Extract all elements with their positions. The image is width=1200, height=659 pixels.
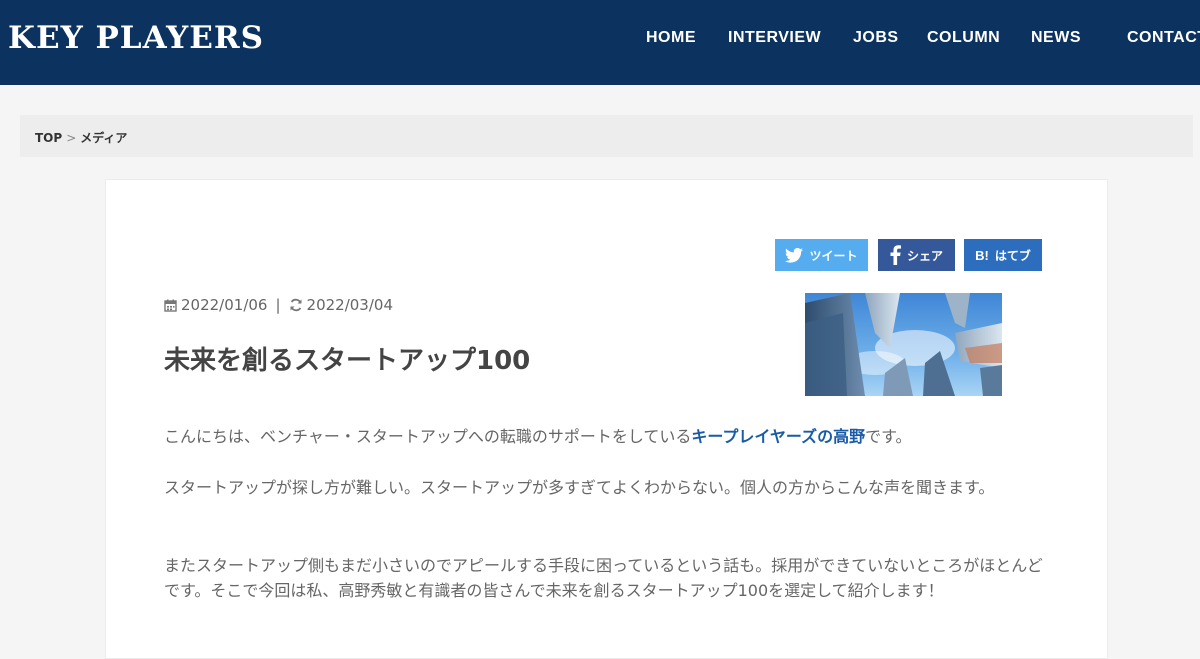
nav-home[interactable]: HOME: [646, 29, 696, 47]
date-separator: |: [275, 296, 281, 314]
article-paragraph: スタートアップが探し方が難しい。スタートアップが多すぎてよくわからない。個人の方…: [164, 478, 995, 497]
published-date: 2022/01/06: [181, 296, 268, 314]
site-header: KEY PLAYERS HOME INTERVIEW JOBS COLUMN N…: [0, 0, 1200, 85]
hatena-bookmark-button[interactable]: B! はてブ: [964, 239, 1042, 271]
twitter-icon: [785, 247, 804, 263]
nav-jobs[interactable]: JOBS: [853, 29, 899, 47]
intro-text: こんにちは、ベンチャー・スタートアップへの転職のサポートをしている: [164, 427, 692, 446]
nav-column[interactable]: COLUMN: [927, 29, 1000, 47]
nav-interview[interactable]: INTERVIEW: [728, 29, 821, 47]
breadcrumb: TOP > メディア: [20, 115, 1193, 157]
site-logo[interactable]: KEY PLAYERS: [8, 20, 264, 56]
article-paragraph: またスタートアップ側もまだ小さいのでアピールする手段に困っているという話も。採用…: [164, 556, 1043, 600]
calendar-icon: [164, 299, 177, 312]
article-dates: 2022/01/06 | 2022/03/04: [164, 296, 393, 314]
intro-text-end: です。: [865, 427, 912, 446]
nav-contact[interactable]: CONTACT: [1127, 29, 1200, 47]
nav-news[interactable]: NEWS: [1031, 29, 1081, 47]
breadcrumb-separator: >: [66, 131, 77, 145]
author-link[interactable]: キープレイヤーズの高野: [691, 427, 865, 446]
breadcrumb-current[interactable]: メディア: [80, 131, 127, 145]
facebook-icon: [890, 245, 901, 265]
twitter-share-button[interactable]: ツイート: [775, 239, 868, 271]
facebook-share-label: シェア: [906, 248, 943, 263]
article-title: 未来を創るスタートアップ100: [164, 346, 531, 376]
breadcrumb-top[interactable]: TOP: [35, 131, 62, 145]
article-thumbnail: [805, 293, 1002, 396]
hatena-share-label: はてブ: [994, 248, 1031, 263]
twitter-share-label: ツイート: [809, 248, 858, 263]
main-nav: HOME INTERVIEW JOBS COLUMN NEWS CONTACT: [646, 29, 1200, 51]
updated-date: 2022/03/04: [306, 296, 393, 314]
hatena-icon: B!: [975, 247, 989, 263]
refresh-icon: [290, 298, 302, 312]
facebook-share-button[interactable]: シェア: [878, 239, 955, 271]
article-paragraph-intro: こんにちは、ベンチャー・スタートアップへの転職のサポートをしているキープレイヤー…: [164, 424, 1044, 449]
